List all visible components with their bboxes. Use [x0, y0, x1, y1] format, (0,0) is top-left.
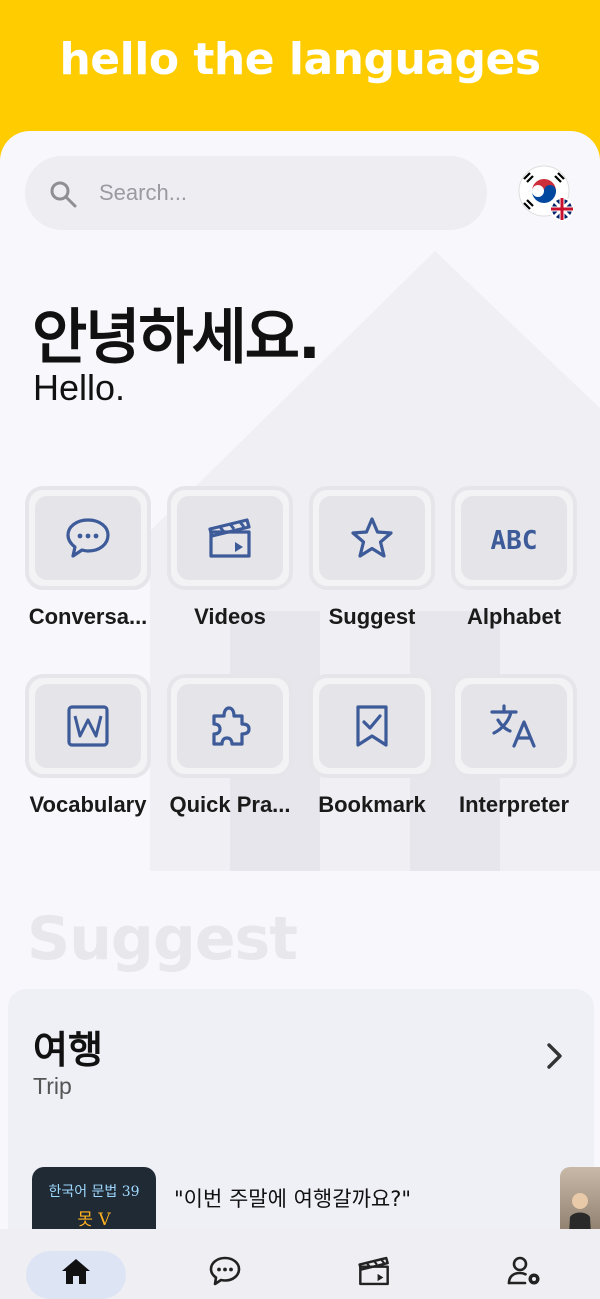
topic-title-korean: 여행: [33, 1028, 103, 1072]
thumbnail-subtitle: 못 V: [77, 1210, 111, 1230]
chat-bubble-icon: [209, 1256, 241, 1286]
suggest-heading: Suggest: [27, 904, 298, 974]
greeting-korean: 안녕하세요.: [32, 303, 321, 373]
clapperboard-icon: [208, 518, 251, 558]
language-switch-button[interactable]: [518, 165, 574, 221]
tile-suggest[interactable]: Suggest: [309, 486, 435, 630]
tile-label: Quick Pra...: [169, 792, 291, 817]
home-icon: [62, 1259, 90, 1284]
video-quote: "이번 주말에 여행갈까요?": [174, 1187, 412, 1211]
search-bar[interactable]: [25, 156, 487, 230]
uk-flag-icon: [550, 197, 574, 221]
bottom-nav: [0, 1229, 600, 1299]
app-title: hello the languages: [59, 34, 541, 85]
thumbnail-title: 한국어 문법 39: [48, 1184, 140, 1200]
nav-settings[interactable]: [505, 1251, 545, 1291]
chevron-right-icon[interactable]: [540, 1041, 570, 1071]
tile-quick-practice[interactable]: Quick Pra...: [167, 674, 293, 818]
translate-icon: [490, 704, 536, 748]
nav-home[interactable]: [56, 1251, 96, 1291]
star-icon: [351, 517, 393, 558]
greeting-english: Hello.: [33, 367, 126, 408]
chat-bubble-icon: [66, 518, 110, 558]
nav-videos[interactable]: [354, 1251, 394, 1291]
search-icon: [50, 181, 77, 208]
word-doc-icon: [67, 705, 109, 747]
tile-vocabulary[interactable]: Vocabulary: [25, 674, 151, 818]
svg-text:ABC: ABC: [491, 526, 538, 555]
tile-label: Interpreter: [458, 792, 570, 817]
main-sheet: 안녕하세요. Hello. Conversa... Videos: [0, 131, 600, 1299]
abc-icon: ABC: [491, 526, 538, 555]
search-input[interactable]: [99, 156, 469, 230]
tile-conversation[interactable]: Conversa...: [25, 486, 151, 630]
bookmark-check-icon: [356, 705, 388, 747]
tile-alphabet[interactable]: ABC Alphabet: [451, 486, 577, 630]
tile-videos[interactable]: Videos: [167, 486, 293, 630]
tile-interpreter[interactable]: Interpreter: [451, 674, 577, 818]
user-settings-icon: [507, 1256, 540, 1285]
tile-label: Vocabulary: [29, 792, 147, 817]
tile-bookmark[interactable]: Bookmark: [309, 674, 435, 818]
tile-label: Conversa...: [28, 604, 148, 629]
clapperboard-icon: [358, 1256, 389, 1286]
nav-conversation[interactable]: [205, 1251, 245, 1291]
puzzle-icon: [212, 706, 251, 746]
topic-title-english: Trip: [33, 1073, 72, 1099]
tile-label: Suggest: [328, 604, 416, 629]
tile-label: Alphabet: [466, 604, 562, 629]
tile-label: Videos: [194, 604, 266, 629]
tile-label: Bookmark: [318, 792, 426, 817]
